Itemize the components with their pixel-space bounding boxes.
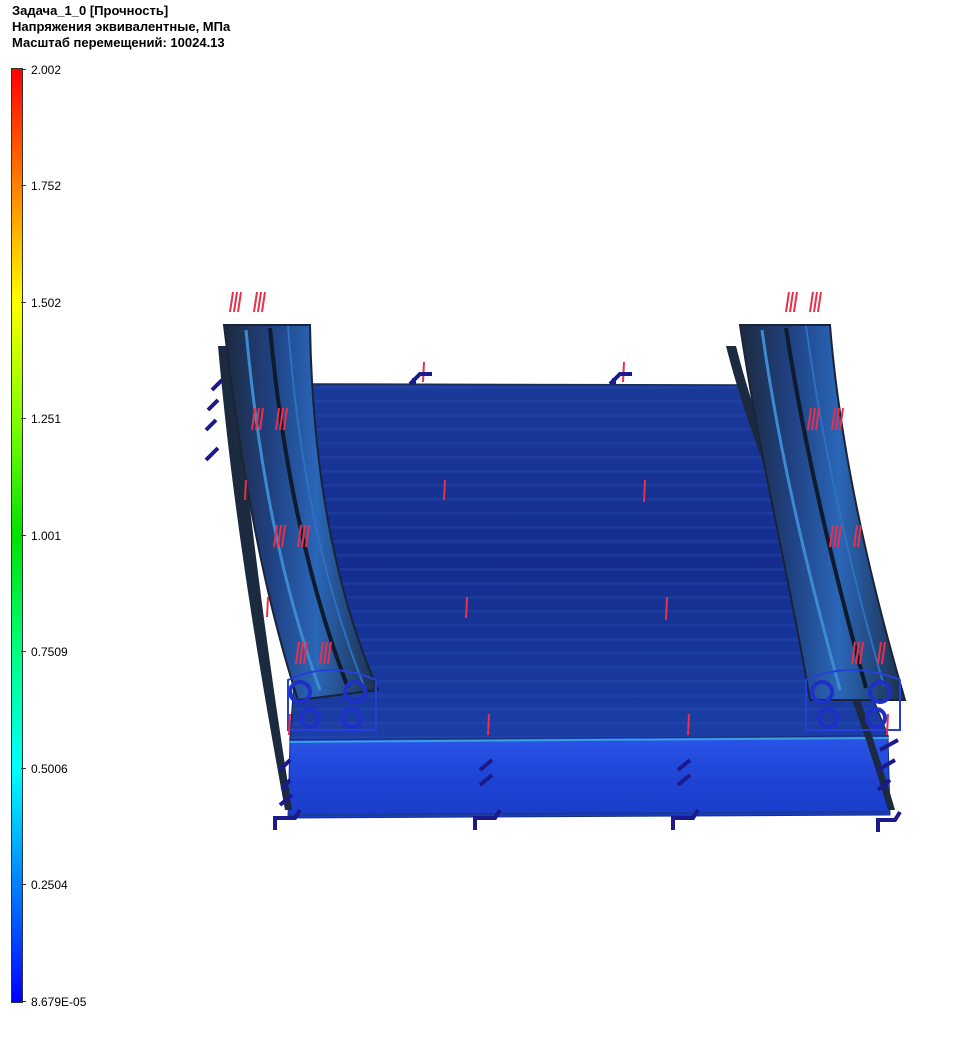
plate-front-face	[287, 735, 891, 819]
model-viewport[interactable]	[0, 0, 973, 1064]
